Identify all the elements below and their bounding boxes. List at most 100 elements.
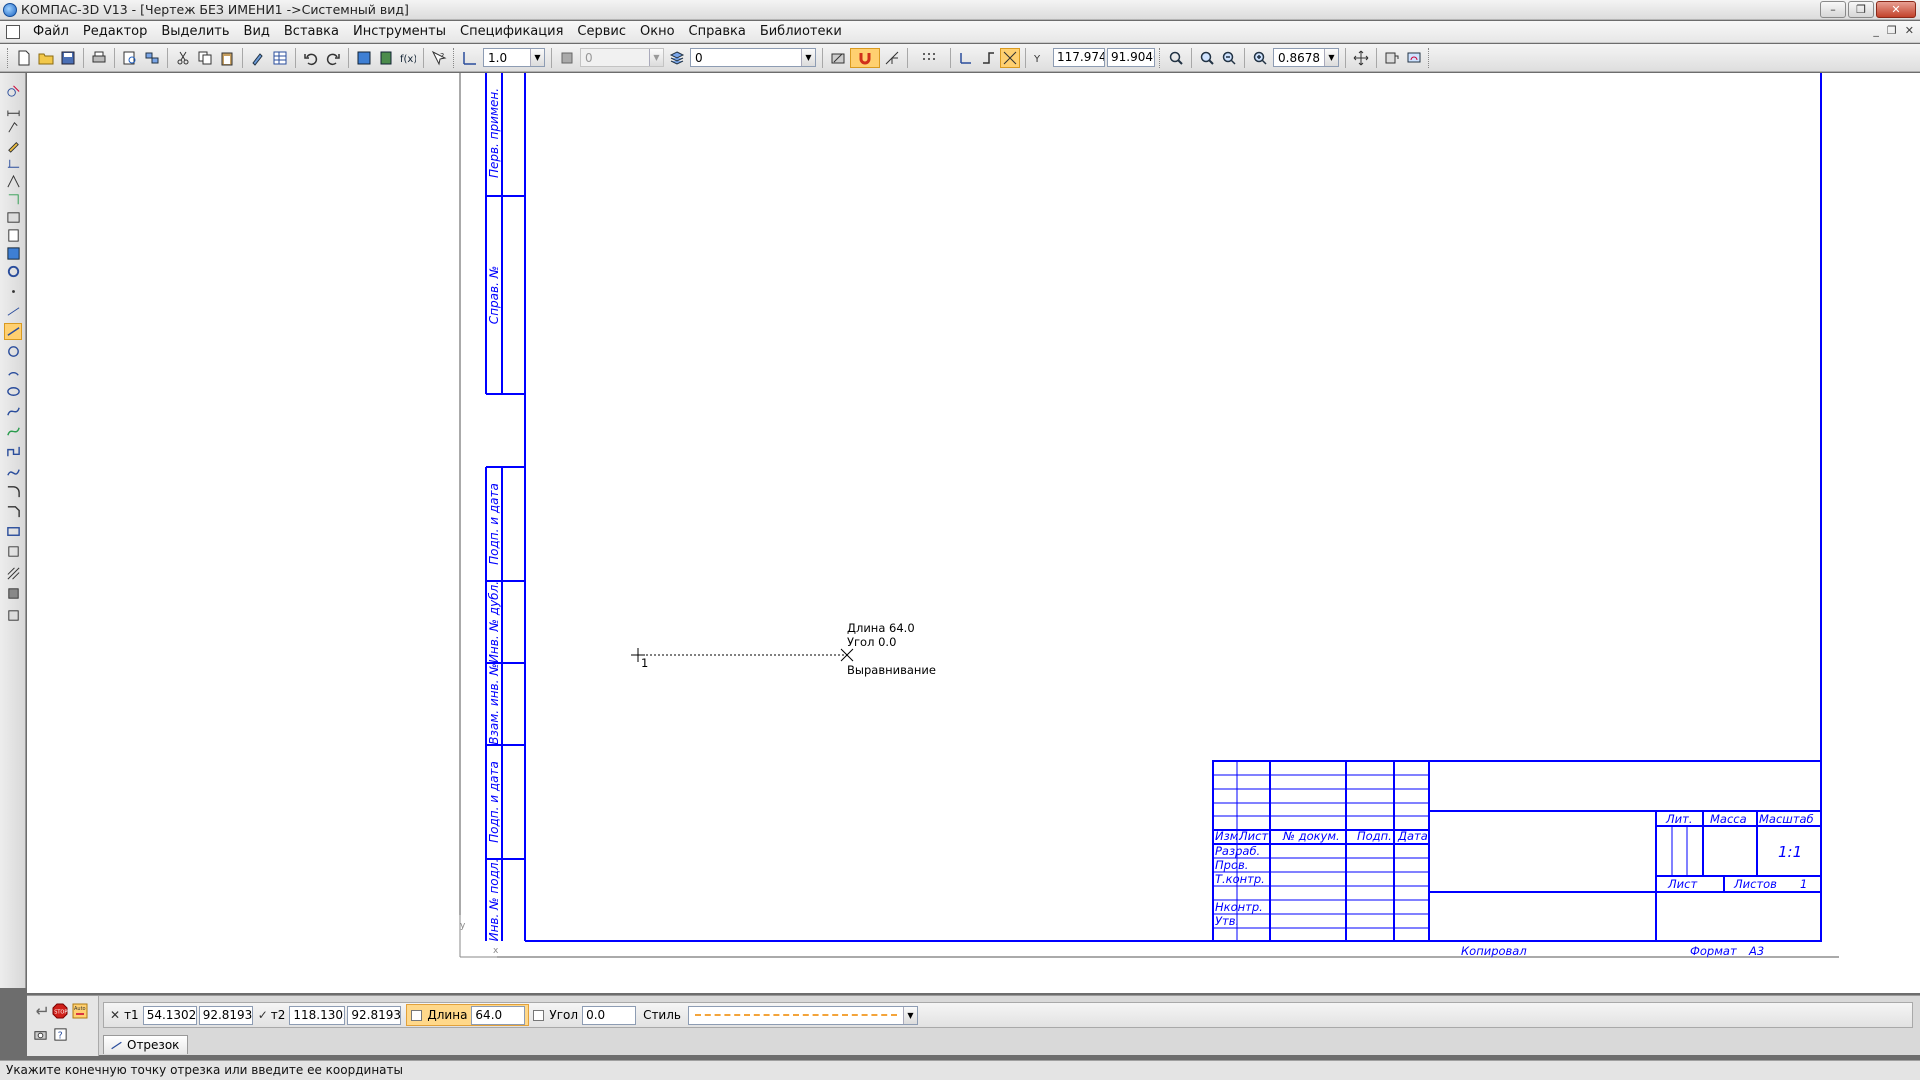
toolbar-grip-3[interactable] [1159,47,1162,68]
manager-button[interactable] [142,48,162,68]
refresh-button[interactable] [1382,48,1402,68]
minimize-button[interactable]: – [1820,1,1846,18]
menu-libraries[interactable]: Библиотеки [753,24,849,39]
menu-service[interactable]: Сервис [570,24,633,39]
point-tool-button[interactable] [4,283,22,300]
menu-file[interactable]: Файл [26,24,76,39]
table-button[interactable] [270,48,290,68]
point1-y-field[interactable]: 92.8193 [198,1005,253,1025]
library-manager-button[interactable] [376,48,396,68]
save-button[interactable] [58,48,78,68]
chevron-down-icon[interactable]: ▼ [801,49,815,66]
grid-button[interactable] [913,48,945,68]
rectangle-tool-button[interactable] [4,523,22,540]
local-snap-button[interactable] [882,48,902,68]
edit-panel-button[interactable] [4,137,22,154]
remember-state-button[interactable] [31,1026,49,1043]
tree-button[interactable] [354,48,374,68]
help-button[interactable]: ? [51,1026,69,1043]
line-style-combo[interactable]: ▼ [687,1005,918,1025]
spline-tool-button[interactable] [4,403,22,420]
zoom-in-button[interactable] [1197,48,1217,68]
insert-panel-button[interactable] [4,263,22,280]
arc-tool-button[interactable] [4,363,22,380]
document-icon[interactable] [6,24,20,39]
cursor-y-field[interactable]: 91.9046 [1107,48,1155,67]
drawing-canvas[interactable]: Перв. примен. Справ. № Подп. и дата Инв.… [27,73,1920,993]
menu-editor[interactable]: Редактор [76,24,154,39]
geometry-panel-button[interactable] [4,83,22,100]
measure-panel-button[interactable] [4,173,22,190]
stop-command-button[interactable]: STOP [51,1002,69,1019]
redraw-button[interactable] [1404,48,1424,68]
paste-button[interactable] [217,48,237,68]
ellipse-tool-button[interactable] [4,383,22,400]
toolbar-grip-2[interactable] [453,47,456,68]
point2-x-field[interactable]: 118.1302 [289,1005,346,1025]
chamfer-tool-button[interactable] [4,503,22,520]
properties-button[interactable] [248,48,268,68]
pan-button[interactable] [1351,48,1371,68]
polyline-tool-button[interactable] [4,443,22,460]
cursor-x-field[interactable]: 117.974 [1053,48,1105,67]
open-file-button[interactable] [36,48,56,68]
menu-help[interactable]: Справка [682,24,753,39]
fill-tool-button[interactable] [4,585,22,602]
doc-restore-icon[interactable]: ❐ [1887,24,1897,37]
reports-panel-button[interactable] [4,245,22,262]
chevron-down-icon[interactable]: ▼ [902,1006,917,1024]
layer-state-button[interactable] [557,48,577,68]
help-pointer-button[interactable]: ? [429,48,449,68]
copy-button[interactable] [195,48,215,68]
segment-tool-button[interactable] [4,323,22,340]
new-file-button[interactable] [14,48,34,68]
tab-segment[interactable]: Отрезок [103,1035,189,1054]
layer-combo[interactable]: 0 ▼ [690,48,816,67]
auto-create-button[interactable]: Auto [71,1002,89,1019]
drawing-sheet[interactable]: Перв. примен. Справ. № Подп. и дата Инв.… [27,73,1920,993]
toolbar-grip-4[interactable] [1428,47,1431,68]
round-mode-button[interactable] [1000,47,1020,68]
zoom-frame-button[interactable] [1166,48,1186,68]
zoom-combo[interactable]: 0.8678 ▼ [1273,48,1339,67]
local-cs-button[interactable] [956,48,976,68]
ortho-button[interactable] [978,48,998,68]
dimensions-panel-button[interactable] [4,101,22,118]
menu-specification[interactable]: Спецификация [453,24,570,39]
bezier-tool-button[interactable] [4,463,22,480]
length-checkbox[interactable] [411,1009,423,1021]
circle-tool-button[interactable] [4,343,22,360]
angle-checkbox[interactable] [533,1009,545,1021]
chevron-down-icon[interactable]: ▼ [530,49,544,66]
spec-panel-button[interactable] [4,227,22,244]
snap-settings-button[interactable] [828,48,848,68]
preview-button[interactable] [120,48,140,68]
zoom-scale-button[interactable] [1250,48,1270,68]
macro-tool-button[interactable] [4,607,22,624]
point2-y-field[interactable]: 92.8193 [347,1005,402,1025]
select-panel-button[interactable] [4,191,22,208]
associative-views-button[interactable] [4,209,22,226]
point1-x-field[interactable]: 54.1302 [142,1005,197,1025]
angle-field[interactable]: 0.0 [582,1005,637,1025]
fillet-tool-button[interactable] [4,483,22,500]
line-scale-combo[interactable]: 1.0 ▼ [483,48,545,67]
toolbar-grip[interactable] [7,47,10,68]
snap-toggle-button[interactable] [850,47,880,68]
chevron-down-icon[interactable]: ▼ [1324,49,1338,66]
print-button[interactable] [89,48,109,68]
menu-insert[interactable]: Вставка [277,24,346,39]
doc-minimize-icon[interactable]: _ [1873,24,1879,37]
redo-button[interactable] [323,48,343,68]
create-object-button[interactable] [31,1002,49,1019]
zoom-out-button[interactable] [1219,48,1239,68]
close-button[interactable]: ✕ [1876,1,1916,18]
undo-button[interactable] [301,48,321,68]
auxiliary-line-button[interactable] [4,303,22,320]
menu-tools[interactable]: Инструменты [346,24,453,39]
contour-tool-button[interactable] [4,543,22,560]
cut-button[interactable] [173,48,193,68]
length-field[interactable]: 64.0 [471,1005,526,1025]
menu-view[interactable]: Вид [237,24,277,39]
variables-button[interactable]: f(x) [398,48,418,68]
